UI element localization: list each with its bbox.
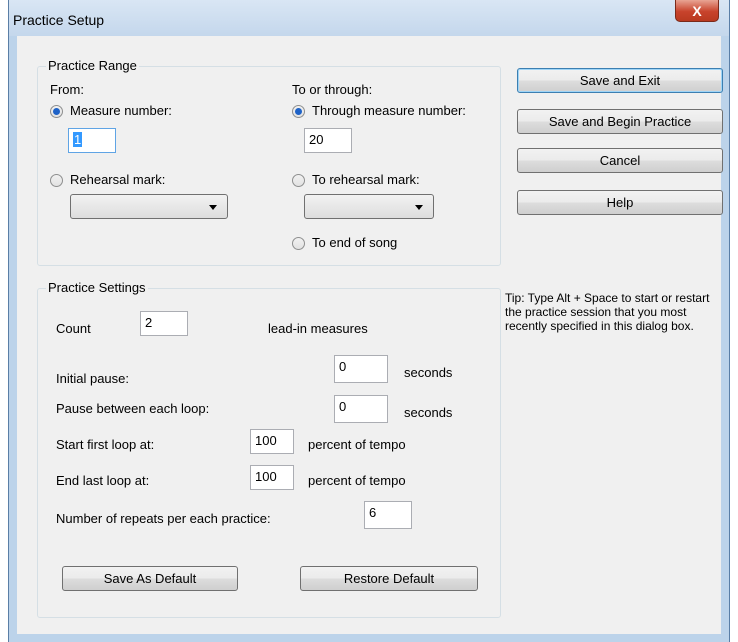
to-rehearsal-mark-label[interactable]: To rehearsal mark: [312,172,420,187]
title-bar[interactable]: Practice Setup X [9,0,729,36]
save-and-begin-practice-button[interactable]: Save and Begin Practice [517,109,723,134]
start-loop-label: Start first loop at: [56,437,155,452]
through-measure-label[interactable]: Through measure number: [312,103,466,118]
chevron-down-icon [415,205,423,210]
end-loop-input[interactable]: 100 [250,465,294,490]
lead-in-label: lead-in measures [268,321,368,336]
loop-pause-label: Pause between each loop: [56,401,210,416]
initial-pause-label: Initial pause: [56,371,129,386]
through-measure-input[interactable]: 20 [304,128,352,153]
loop-pause-input[interactable]: 0 [334,395,388,423]
start-loop-unit: percent of tempo [308,437,406,452]
rehearsal-mark-radio[interactable] [50,174,63,187]
through-measure-radio[interactable] [292,105,305,118]
to-or-through-label: To or through: [292,82,373,97]
restore-default-button[interactable]: Restore Default [300,566,478,591]
help-button[interactable]: Help [517,190,723,215]
initial-pause-input[interactable]: 0 [334,355,388,383]
end-loop-unit: percent of tempo [308,473,406,488]
to-rehearsal-mark-radio[interactable] [292,174,305,187]
to-end-of-song-label[interactable]: To end of song [312,235,397,250]
measure-number-radio[interactable] [50,105,63,118]
practice-settings-group: Practice Settings Count 2 lead-in measur… [37,280,501,618]
practice-setup-window: Practice Setup X Practice Range From: Me… [8,0,730,642]
repeats-label: Number of repeats per each practice: [56,511,271,526]
repeats-input[interactable]: 6 [364,501,412,529]
dialog-client-area: Practice Range From: Measure number: 1 R… [17,36,723,634]
practice-range-legend: Practice Range [46,58,139,73]
to-rehearsal-mark-select[interactable] [304,194,434,219]
practice-range-group: Practice Range From: Measure number: 1 R… [37,58,501,266]
tip-text: Tip: Type Alt + Space to start or restar… [505,291,710,333]
rehearsal-mark-label[interactable]: Rehearsal mark: [70,172,165,187]
from-rehearsal-mark-select[interactable] [70,194,228,219]
from-measure-value: 1 [73,132,83,147]
loop-pause-unit: seconds [404,405,453,420]
practice-settings-legend: Practice Settings [46,280,148,295]
window-title: Practice Setup [13,12,105,28]
count-label: Count [56,321,91,336]
measure-number-label[interactable]: Measure number: [70,103,172,118]
end-loop-label: End last loop at: [56,473,150,488]
cancel-button[interactable]: Cancel [517,148,723,173]
count-input[interactable]: 2 [140,311,188,336]
chevron-down-icon [209,205,217,210]
close-button[interactable]: X [675,0,719,22]
save-as-default-button[interactable]: Save As Default [62,566,238,591]
close-icon: X [692,2,702,19]
to-end-of-song-radio[interactable] [292,237,305,250]
initial-pause-unit: seconds [404,365,453,380]
from-measure-input[interactable]: 1 [68,128,116,153]
save-and-exit-button[interactable]: Save and Exit [517,68,723,93]
start-loop-input[interactable]: 100 [250,429,294,454]
from-label: From: [50,82,84,97]
